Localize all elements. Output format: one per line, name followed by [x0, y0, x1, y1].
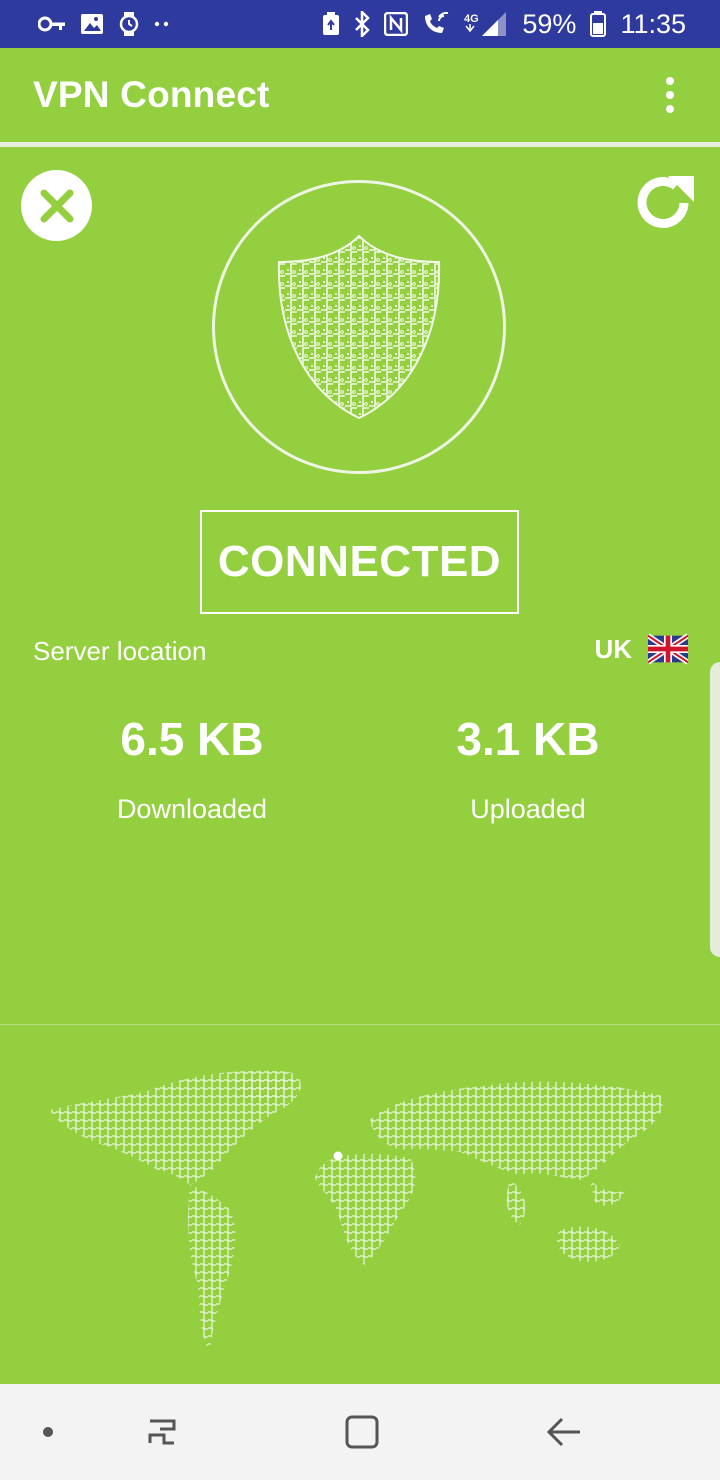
battery-saver-icon: [322, 12, 340, 36]
nfc-icon: [384, 12, 409, 36]
map-divider: [0, 1024, 720, 1025]
world-map: [50, 1070, 663, 1350]
connection-indicator[interactable]: [212, 180, 506, 474]
disconnect-button[interactable]: [21, 170, 92, 241]
more-dots-icon: [154, 20, 170, 28]
home-icon[interactable]: [332, 1402, 392, 1462]
dot-icon[interactable]: [18, 1402, 78, 1462]
back-icon[interactable]: [534, 1402, 594, 1462]
app-bar: VPN Connect: [0, 48, 720, 142]
system-nav-bar: [0, 1384, 720, 1480]
connection-status: CONNECTED: [200, 510, 519, 614]
bluetooth-icon: [354, 11, 371, 37]
uk-flag-icon: [648, 633, 688, 665]
uploaded-label: Uploaded: [470, 794, 586, 824]
downloaded-value: 6.5 KB: [120, 713, 264, 765]
shield-icon: [277, 234, 441, 420]
app-title: VPN Connect: [33, 74, 270, 115]
more-vert-icon[interactable]: [666, 77, 674, 113]
gallery-icon: [80, 13, 104, 35]
clock: 11:35: [620, 8, 686, 39]
side-panel-handle[interactable]: [710, 662, 720, 957]
battery-percent: 59%: [522, 8, 577, 39]
download-stat: 6.5 KB Downloaded: [52, 712, 332, 825]
close-icon: [40, 189, 73, 222]
server-country-selector[interactable]: UK: [594, 630, 688, 668]
upload-stat: 3.1 KB Uploaded: [388, 712, 668, 825]
app-bar-divider: [0, 142, 720, 147]
recent-apps-icon[interactable]: [132, 1402, 192, 1462]
refresh-button[interactable]: [632, 170, 698, 236]
refresh-icon: [637, 176, 694, 228]
downloaded-label: Downloaded: [116, 794, 268, 824]
battery-icon: [590, 11, 607, 37]
vpn-key-icon: [38, 15, 66, 33]
wifi-call-icon: [422, 12, 450, 36]
server-country: UK: [594, 633, 632, 664]
status-bar: 4G 59% 11:35: [0, 0, 720, 48]
uploaded-value: 3.1 KB: [456, 713, 600, 765]
watch-icon: [118, 11, 140, 37]
server-location-label: Server location: [33, 636, 207, 666]
signal-icon: 4G: [464, 11, 508, 37]
svg-text:4G: 4G: [464, 13, 479, 25]
